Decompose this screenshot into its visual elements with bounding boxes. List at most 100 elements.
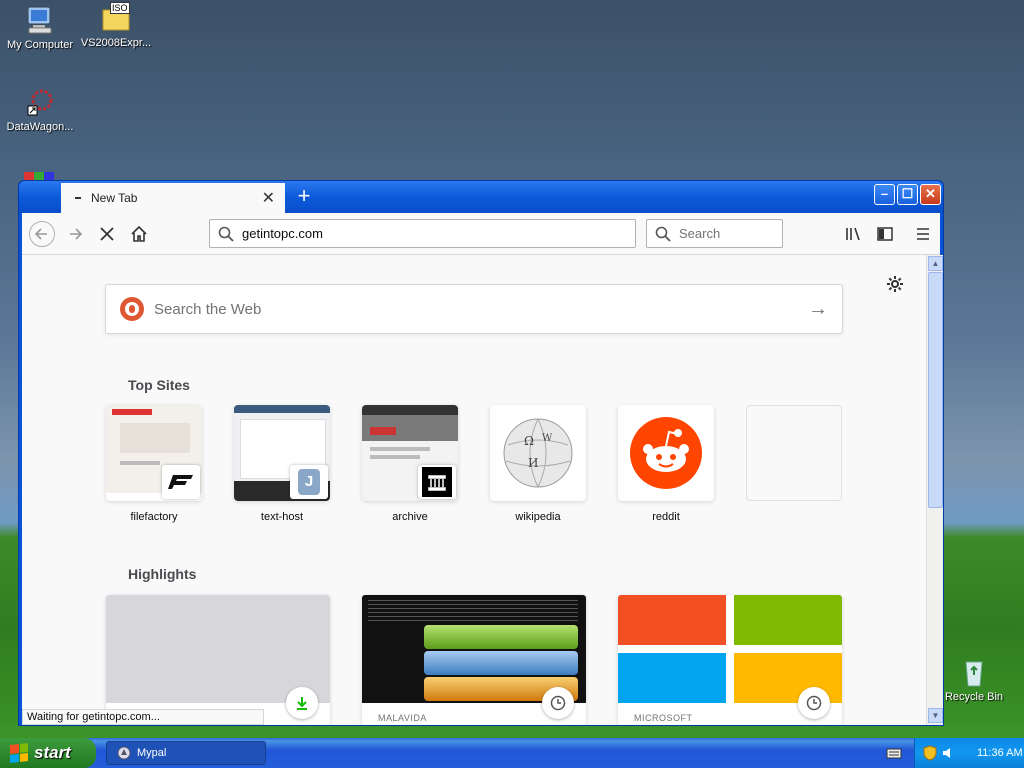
system-tray: 11:36 AM — [914, 738, 1024, 768]
site-name: wikipedia — [515, 511, 561, 523]
home-icon — [131, 225, 147, 242]
new-tab-button[interactable]: + — [291, 185, 317, 209]
text-host-logo-icon: J — [290, 465, 328, 499]
desktop-icon-label: My Computer — [6, 39, 74, 51]
mypal-app-icon — [117, 746, 131, 760]
tab-new-tab[interactable]: New Tab ✕ — [61, 183, 285, 213]
home-button[interactable] — [126, 221, 152, 247]
tab-title: New Tab — [91, 191, 138, 205]
web-search-placeholder: Search the Web — [154, 300, 262, 318]
clock[interactable]: 11:36 AM — [977, 747, 1023, 759]
my-computer-icon[interactable]: My Computer — [0, 4, 80, 51]
site-thumbnail — [362, 405, 458, 501]
ms-logo-red — [618, 595, 726, 645]
top-site-tile[interactable]: archive — [362, 405, 458, 523]
search-icon — [218, 226, 234, 242]
highlight-source: MALAVIDA — [378, 713, 427, 723]
navigation-toolbar: getintopc.com Search — [22, 213, 940, 255]
history-badge — [542, 687, 574, 719]
search-placeholder: Search — [679, 226, 721, 241]
highlight-card[interactable]: MICROSOFT — [618, 595, 842, 725]
site-name: archive — [392, 511, 428, 523]
top-site-tile[interactable]: reddit — [618, 405, 714, 523]
clock-icon — [806, 695, 822, 711]
desktop-icon-label: Recycle Bin — [944, 691, 1004, 703]
top-sites-heading: Top Sites — [128, 377, 190, 393]
svg-text:И: И — [528, 456, 538, 470]
site-thumbnail — [618, 405, 714, 501]
security-shield-icon[interactable] — [923, 745, 937, 761]
recycle-bin-icon[interactable]: Recycle Bin — [934, 656, 1014, 703]
duckduckgo-icon — [120, 297, 144, 321]
download-icon — [297, 697, 307, 710]
forward-arrow-icon — [70, 228, 83, 240]
back-button[interactable] — [29, 221, 55, 247]
sidebar-button[interactable] — [872, 221, 898, 247]
minimize-button[interactable]: – — [874, 184, 895, 205]
stop-icon — [100, 227, 114, 241]
site-name: text-host — [260, 511, 304, 523]
forward-button[interactable] — [62, 221, 88, 247]
datawagon-icon[interactable]: DataWagon... — [0, 86, 80, 133]
stop-button[interactable] — [94, 221, 120, 247]
ms-logo-green — [734, 595, 842, 645]
iso-badge: ISO — [110, 2, 130, 14]
arrow-right-icon[interactable]: → — [808, 298, 828, 321]
gear-icon[interactable] — [886, 275, 904, 293]
site-name: reddit — [652, 511, 680, 523]
start-button[interactable]: start — [0, 738, 96, 768]
scrollbar-thumb[interactable] — [928, 272, 943, 508]
keyboard-icon[interactable] — [886, 746, 902, 760]
site-name: filefactory — [130, 511, 178, 523]
top-site-tile[interactable]: J text-host — [234, 405, 330, 523]
new-tab-page: Search the Web → Top Sites filefactory J — [22, 255, 926, 725]
ms-logo-blue — [618, 653, 726, 703]
search-box[interactable]: Search — [646, 219, 783, 248]
highlight-source: MICROSOFT — [634, 713, 693, 723]
status-bar: Waiting for getintopc.com... — [22, 709, 264, 725]
computer-icon — [24, 4, 56, 36]
datawagon-app-icon — [24, 86, 56, 118]
library-button[interactable] — [840, 221, 866, 247]
scroll-down-button[interactable]: ▼ — [928, 708, 943, 723]
site-thumbnail — [746, 405, 842, 501]
vs2008-iso-icon[interactable]: ISO VS2008Expr... — [76, 2, 156, 49]
windows-logo-icon — [10, 743, 28, 763]
archive-logo-icon — [418, 465, 456, 499]
svg-text:Ω: Ω — [524, 434, 534, 448]
maximize-button[interactable]: ☐ — [897, 184, 918, 205]
reddit-icon — [630, 417, 702, 489]
top-site-tile[interactable]: ΩW И wikipedia — [490, 405, 586, 523]
highlights-heading: Highlights — [128, 566, 197, 582]
site-thumbnail — [106, 405, 202, 501]
site-thumbnail: ΩW И — [490, 405, 586, 501]
url-bar[interactable]: getintopc.com — [209, 219, 636, 248]
taskbar: start Mypal 11:36 AM — [0, 738, 1024, 768]
scroll-up-button[interactable]: ▲ — [928, 256, 943, 271]
desktop-icon-label: VS2008Expr... — [80, 37, 152, 49]
taskbar-item-label: Mypal — [137, 747, 167, 759]
title-bar[interactable]: New Tab ✕ + – ☐ ✕ — [19, 181, 943, 213]
taskbar-item-mypal[interactable]: Mypal — [106, 741, 266, 765]
site-thumbnail: J — [234, 405, 330, 501]
library-icon — [846, 227, 860, 241]
top-site-tile[interactable]: filefactory — [106, 405, 202, 523]
clock-icon — [550, 695, 566, 711]
browser-window: New Tab ✕ + – ☐ ✕ getintopc.com Search S… — [18, 180, 944, 726]
vertical-scrollbar[interactable]: ▲ ▼ — [926, 255, 943, 725]
back-arrow-icon — [34, 228, 47, 240]
url-text: getintopc.com — [242, 226, 323, 241]
web-search-box[interactable]: Search the Web → — [105, 284, 843, 334]
hamburger-menu-icon — [917, 228, 929, 240]
history-badge — [798, 687, 830, 719]
highlight-card[interactable]: MALAVIDA — [362, 595, 586, 725]
recycle-bin-graphic-icon — [958, 656, 990, 688]
top-site-empty-slot[interactable] — [746, 405, 842, 511]
download-badge — [286, 687, 318, 719]
tab-close-icon[interactable]: ✕ — [262, 188, 275, 208]
menu-button[interactable] — [910, 221, 936, 247]
speaker-icon[interactable] — [941, 746, 955, 760]
search-icon — [655, 226, 671, 242]
close-window-button[interactable]: ✕ — [920, 184, 941, 205]
highlight-card[interactable] — [106, 595, 330, 725]
